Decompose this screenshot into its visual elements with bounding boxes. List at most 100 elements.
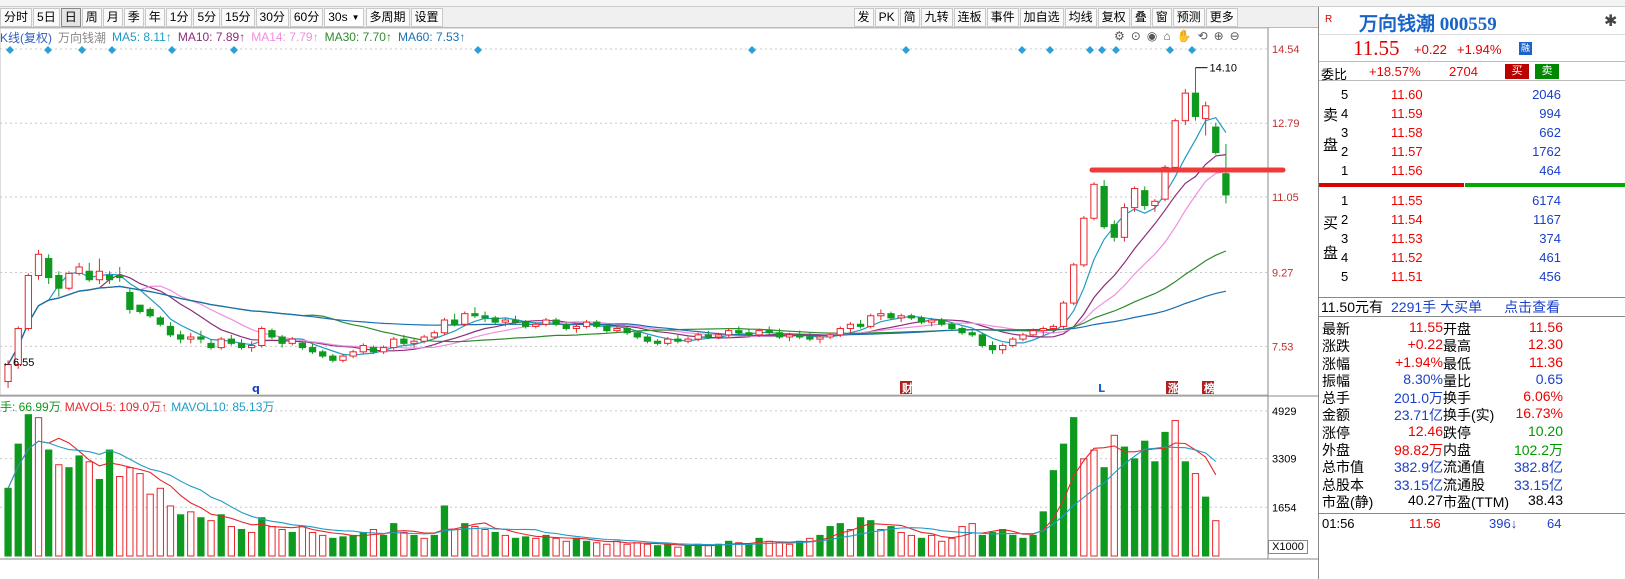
stat-value: 12.30 [1527, 336, 1563, 353]
lock-icon[interactable]: ⊙ [1131, 29, 1141, 43]
candle-body [887, 313, 895, 319]
stats-row: 总手 201.0万 换手 6.06% [1319, 388, 1625, 406]
ask-row[interactable]: 2 11.57 1762 [1319, 142, 1625, 161]
candle-body [674, 338, 682, 342]
event-badge-label: 涨 [1168, 381, 1179, 395]
zoom-in-icon[interactable]: ⊕ [1214, 29, 1224, 43]
price-change: +0.22 [1414, 42, 1447, 57]
candle-body [999, 344, 1007, 351]
ask-row[interactable]: 1 11.56 464 [1319, 161, 1625, 180]
bid-volume: 1167 [1533, 212, 1561, 227]
big-order-qty: 2291手 [1391, 299, 1437, 315]
candle-body [1120, 207, 1129, 238]
reset-icon[interactable]: ⟲ [1198, 29, 1208, 43]
zoom-out-icon[interactable]: ⊖ [1230, 29, 1240, 43]
bid-row[interactable]: 2 11.54 1167 [1319, 210, 1625, 229]
candle-body [136, 304, 144, 313]
candle-body [75, 266, 83, 274]
volume-bar [156, 487, 164, 557]
candle-body [339, 355, 347, 361]
candle-body [522, 321, 530, 327]
candle-body [826, 334, 834, 338]
candle-body [85, 270, 93, 281]
volume-unit-button[interactable]: X1000 [1268, 540, 1308, 554]
settings-icon[interactable]: ⚙ [1114, 29, 1125, 43]
finance-icon[interactable]: 融 [1519, 42, 1532, 55]
ma30-line [7, 250, 1227, 365]
gear-icon[interactable]: ✱ [1604, 11, 1617, 31]
bag-icon[interactable]: ⌂ [1163, 29, 1170, 43]
eye-icon[interactable]: ◉ [1147, 29, 1157, 43]
volume-bar [542, 534, 550, 557]
sell-button[interactable]: 卖 [1535, 64, 1559, 79]
ask-price: 11.57 [1391, 144, 1423, 159]
volume-bar [572, 537, 581, 557]
bid-row[interactable]: 5 11.51 456 [1319, 267, 1625, 286]
candle-body [704, 334, 712, 338]
hand-icon[interactable]: ✋ [1177, 29, 1192, 43]
quote-panel: R 万向钱潮 000559 ✱ 11.55 +0.22 +1.94% 融 委比 … [1318, 7, 1625, 579]
ask-row[interactable]: 4 11.59 994 [1319, 104, 1625, 123]
ask-row[interactable]: 5 11.60 2046 [1319, 85, 1625, 104]
candle-body [288, 338, 296, 344]
candle-body [1090, 183, 1098, 219]
candle-body [542, 319, 550, 325]
chart-icon-tools: ⚙ ⊙ ◉ ⌂ ✋ ⟲ ⊕ ⊖ [1114, 29, 1240, 43]
candle-body [450, 319, 459, 325]
volume-bar [430, 534, 438, 557]
big-order-price: 11.50元有 [1321, 299, 1383, 315]
volume-bar [724, 540, 733, 557]
candle-body [958, 328, 966, 334]
volume-bar [927, 534, 936, 557]
volume-bar [1191, 473, 1200, 557]
last-price: 11.55 [1353, 36, 1400, 60]
quote-stats: 最新 11.55 开盘 11.56 涨跌 +0.22 最高 12.30 涨幅 +1.94% 最低 11… [1319, 319, 1625, 510]
ask-row[interactable]: 3 11.58 662 [1319, 123, 1625, 142]
candle-body [430, 332, 438, 338]
volume-bar [1130, 458, 1139, 557]
kline-chart[interactable]: 14.54 12.79 11.05 9.27 7.53 4929 3309 1654 14.10… [0, 0, 1318, 579]
ask-level: 3 [1341, 125, 1349, 140]
bid-row[interactable]: 3 11.53 374 [1319, 229, 1625, 248]
volume-bar [745, 543, 753, 557]
volume-bar [796, 540, 804, 557]
candle-body [1080, 217, 1088, 266]
candle-body [65, 272, 73, 289]
bid-row[interactable]: 1 11.55 6174 [1319, 191, 1625, 210]
ask-volume: 2046 [1532, 87, 1561, 102]
volume-bar [1090, 449, 1098, 557]
candle-body [1171, 120, 1179, 168]
volume-bar [603, 543, 611, 557]
candle-body [694, 334, 702, 340]
volume-bar [450, 529, 459, 557]
buy-button[interactable]: 买 [1505, 64, 1529, 79]
event-marker-icon [1086, 46, 1094, 54]
price-change-pct: +1.94% [1457, 42, 1502, 57]
ma-legend: K线(复权) 万向钱潮 MA5: 8.11↑ MA10: 7.89↑ MA14:… [0, 28, 1268, 46]
bid-price: 11.55 [1391, 193, 1423, 208]
candle-body [907, 315, 915, 319]
candle-body [643, 336, 652, 342]
stat-value: 11.56 [1529, 319, 1563, 335]
low-label: ←6.55 [2, 357, 34, 369]
volume-bar [55, 464, 63, 557]
volume-bar [24, 414, 33, 557]
candle-body [765, 330, 773, 334]
volume-legend: 手: 66.99万 MAVOL5: 109.0万↑ MAVOL10: 85.13… [0, 398, 278, 414]
bid-level: 2 [1341, 212, 1349, 227]
candle-body [471, 313, 479, 317]
volume-bar [136, 473, 144, 557]
quote-price-row: 11.55 +0.22 +1.94% 融 [1319, 35, 1625, 61]
stats-row: 外盘 98.82万 内盘 102.2万 [1319, 440, 1625, 458]
volume-bar [34, 417, 43, 557]
big-order-link[interactable]: 点击查看 [1504, 297, 1560, 317]
volume-tick-label: 1654 [1272, 502, 1296, 514]
bid-row[interactable]: 4 11.52 461 [1319, 248, 1625, 267]
volume-bar [968, 523, 976, 557]
candle-body [268, 330, 276, 338]
candle-body [1059, 302, 1068, 327]
book-separator [1319, 183, 1625, 187]
bid-price: 11.53 [1391, 231, 1423, 246]
event-marker-icon [1018, 46, 1026, 54]
candle-body [836, 328, 844, 336]
